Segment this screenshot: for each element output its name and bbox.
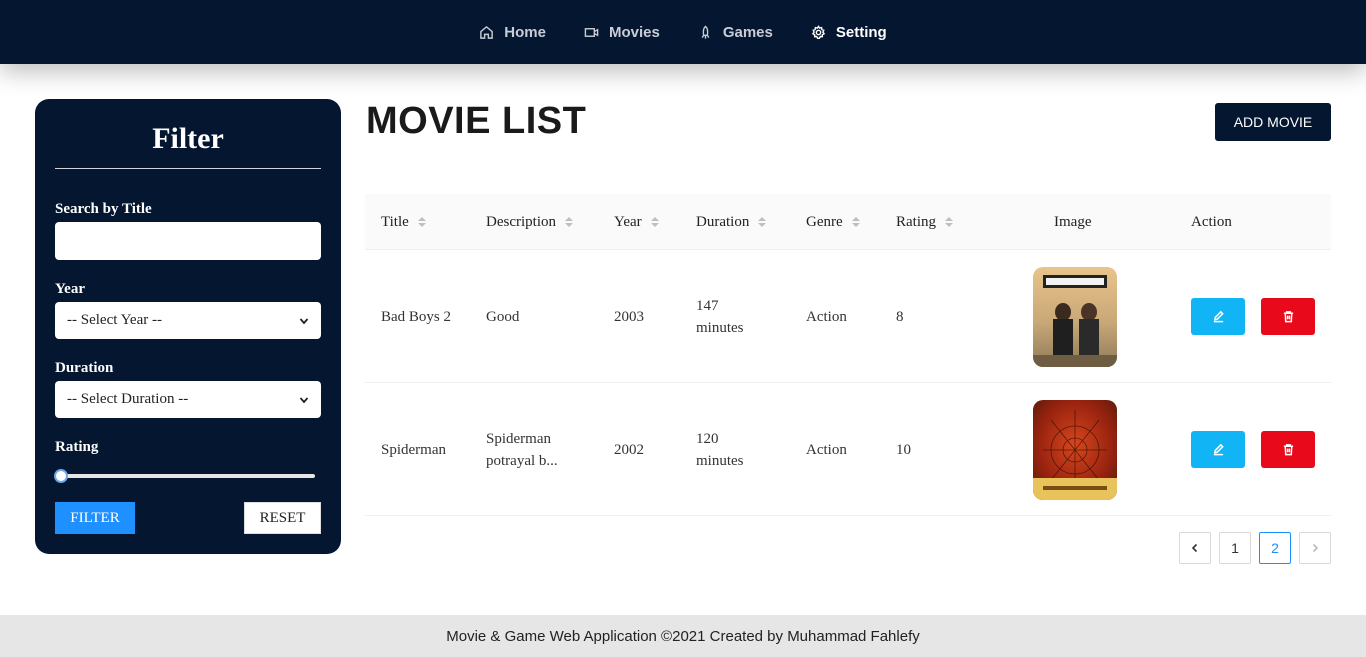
cell-description: Good [486,308,520,325]
trash-icon [1283,444,1293,456]
cell-image [1033,383,1117,516]
rating-slider-handle[interactable] [54,469,68,483]
column-image: Image [1054,194,1091,250]
cell-image [1033,250,1117,383]
column-rating[interactable]: Rating [896,194,953,250]
column-label: Rating [896,213,936,230]
column-description[interactable]: Description [486,194,573,250]
column-label: Action [1191,213,1232,230]
cell-genre: Action [806,308,847,325]
filter-panel: Filter Search by Title Year -- Select Ye… [35,99,341,554]
cell-duration: 120 minutes [696,430,744,469]
delete-button[interactable] [1261,298,1315,335]
sort-icon[interactable] [758,217,767,227]
edit-button[interactable] [1191,431,1245,468]
filter-button[interactable]: FILTER [55,502,135,534]
cell-title: Spiderman [381,441,446,458]
sort-icon[interactable] [417,217,426,227]
cell-genre: Action [806,441,847,458]
edit-icon [1213,443,1224,456]
column-label: Genre [806,213,843,230]
nav-item-setting[interactable]: Setting [811,24,887,41]
column-label: Title [381,213,409,230]
column-label: Description [486,213,556,230]
pagination-page-active[interactable]: 2 [1259,532,1291,564]
column-year[interactable]: Year [614,194,659,250]
edit-button[interactable] [1191,298,1245,335]
cell-year: 2003 [614,308,644,325]
chevron-down-icon [299,317,309,324]
search-label: Search by Title [55,201,152,217]
rating-slider-track[interactable] [61,474,315,478]
table-row: Spiderman Spiderman potrayal b... 2002 1… [365,383,1331,516]
column-label: Year [614,213,642,230]
nav-item-games[interactable]: Games [698,24,773,41]
nav-label: Home [504,23,546,41]
column-label: Duration [696,213,750,230]
table-header: Title Description Year Duration Genre Ra… [365,194,1331,250]
rocket-icon [701,25,710,39]
chevron-down-icon [299,396,309,403]
edit-icon [1213,310,1224,323]
column-duration[interactable]: Duration [696,194,767,250]
top-navbar: Home Movies Games Setting [0,0,1366,64]
page-title: MOVIE LIST [366,100,587,142]
sort-icon[interactable] [851,217,860,227]
nav-label: Games [722,23,773,41]
video-icon [584,27,599,37]
footer: Movie & Game Web Application ©2021 Creat… [0,615,1366,657]
cell-duration: 147 minutes [696,297,744,336]
duration-select[interactable]: -- Select Duration -- [55,381,321,418]
nav-item-home[interactable]: Home [479,24,546,41]
nav-label: Movies [608,23,660,41]
cell-action [1191,383,1315,516]
year-select-value: -- Select Year -- [67,312,162,328]
sort-icon[interactable] [564,217,573,227]
home-icon [480,25,494,39]
nav-label: Setting [835,23,887,41]
chevron-right-icon [1312,543,1319,553]
footer-text: Movie & Game Web Application ©2021 Creat… [446,627,920,645]
year-select[interactable]: -- Select Year -- [55,302,321,339]
cell-title: Bad Boys 2 [381,308,452,325]
filter-divider [55,168,321,169]
reset-button[interactable]: RESET [244,502,321,534]
year-label: Year [55,281,85,297]
pagination-page[interactable]: 1 [1219,532,1251,564]
column-action: Action [1191,194,1232,250]
column-title[interactable]: Title [381,194,426,250]
add-movie-button[interactable]: ADD MOVIE [1215,103,1331,141]
cell-rating: 10 [896,441,911,458]
duration-select-value: -- Select Duration -- [67,391,189,407]
trash-icon [1283,311,1293,323]
rating-label: Rating [55,439,99,455]
pagination-next[interactable] [1299,532,1331,564]
delete-button[interactable] [1261,431,1315,468]
sort-icon[interactable] [650,217,659,227]
duration-label: Duration [55,360,114,376]
search-title-input[interactable] [55,222,321,260]
nav-menu: Home Movies Games Setting [460,24,905,41]
chevron-left-icon [1191,543,1198,553]
spiderman-poster [1033,399,1117,500]
column-label: Image [1054,213,1092,230]
pagination-prev[interactable] [1179,532,1211,564]
gear-icon [811,24,826,39]
cell-year: 2002 [614,441,644,458]
filter-title: Filter [152,122,224,155]
table-row: Bad Boys 2 Good 2003 147 minutes Action … [365,250,1331,383]
column-genre[interactable]: Genre [806,194,860,250]
cell-description: Spiderman potrayal b... [486,430,558,469]
cell-rating: 8 [896,308,904,325]
cell-action [1191,250,1315,383]
movie-table: Title Description Year Duration Genre Ra… [365,194,1331,516]
nav-item-movies[interactable]: Movies [584,24,660,41]
sort-icon[interactable] [945,217,953,227]
bad-boys-poster [1033,266,1117,367]
